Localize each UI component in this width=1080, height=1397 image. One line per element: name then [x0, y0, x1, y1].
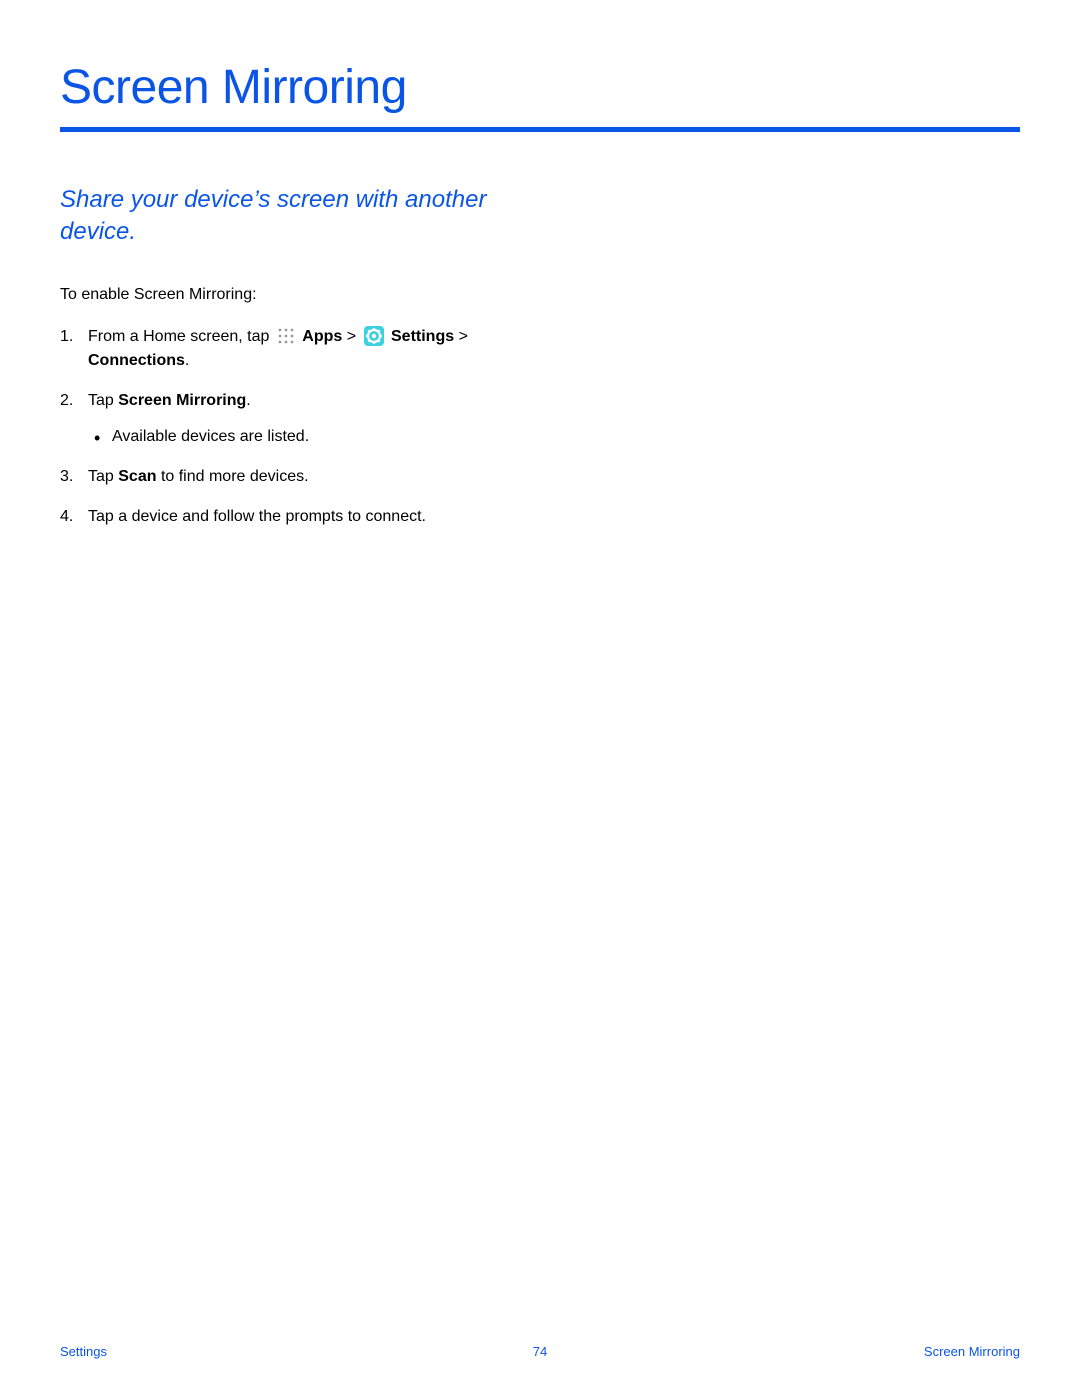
sep-2: > [459, 328, 468, 345]
apps-grid-icon [277, 327, 295, 345]
footer-page-number: 74 [533, 1344, 547, 1359]
scan-label: Scan [118, 468, 156, 485]
footer-right: Screen Mirroring [924, 1344, 1020, 1359]
step-1-prefix: From a Home screen, tap [88, 328, 274, 345]
page-title: Screen Mirroring [60, 60, 1020, 115]
step-4: Tap a device and follow the prompts to c… [60, 505, 530, 529]
sep-1: > [347, 328, 361, 345]
steps-list: From a Home screen, tap Apps > [60, 325, 530, 529]
intro-text: To enable Screen Mirroring: [60, 283, 530, 307]
apps-label: Apps [302, 328, 342, 345]
step-3-suffix: to find more devices. [157, 468, 309, 485]
title-rule [60, 127, 1020, 132]
step-1-end: . [185, 352, 189, 369]
footer-left: Settings [60, 1344, 107, 1359]
screen-mirroring-label: Screen Mirroring [118, 392, 246, 409]
step-2: Tap Screen Mirroring. Available devices … [60, 389, 530, 449]
connections-label: Connections [88, 352, 185, 369]
step-3: Tap Scan to find more devices. [60, 465, 530, 489]
footer: Settings 74 Screen Mirroring [0, 1344, 1080, 1359]
step-2-end: . [246, 392, 250, 409]
page-subtitle: Share your device’s screen with another … [60, 184, 520, 249]
content: To enable Screen Mirroring: From a Home … [60, 283, 530, 529]
step-1: From a Home screen, tap Apps > [60, 325, 530, 373]
settings-gear-icon [364, 326, 384, 346]
step-3-prefix: Tap [88, 468, 118, 485]
step-2-bullet: Available devices are listed. [88, 425, 530, 449]
page: Screen Mirroring Share your device’s scr… [0, 0, 1080, 1397]
settings-label: Settings [391, 328, 454, 345]
step-2-prefix: Tap [88, 392, 118, 409]
step-2-bullets: Available devices are listed. [88, 425, 530, 449]
